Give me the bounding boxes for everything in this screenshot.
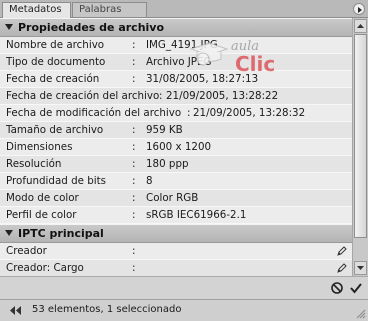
row-tipo-documento[interactable]: Tipo de documento : Archivo JPEG [0,54,352,71]
row-colon: : [159,90,163,102]
row-fecha-creacion[interactable]: Fecha de creación : 31/08/2005, 18:27:13 [0,71,352,88]
row-fecha-modificacion-archivo[interactable]: Fecha de modificación del archivo : 21/0… [0,105,352,122]
section-title: IPTC principal [18,227,104,240]
row-perfil-color[interactable]: Perfil de color : sRGB IEC61966-2.1 [0,207,352,224]
pencil-edit-icon[interactable] [336,262,348,274]
row-colon: : [132,262,136,274]
pencil-edit-icon[interactable] [336,245,348,257]
expand-triangle-icon[interactable] [5,230,13,236]
vertical-scrollbar[interactable] [352,18,368,276]
scroll-down-button[interactable] [354,261,367,275]
action-bar [0,276,368,299]
row-label: Tamaño de archivo [6,124,104,136]
section-title: Propiedades de archivo [18,21,165,34]
row-label: Nombre de archivo [6,39,105,51]
row-colon: : [132,158,136,170]
resize-grip-icon[interactable] [356,309,366,319]
row-colon: : [132,175,136,187]
metadata-list: Propiedades de archivo Nombre de archivo… [0,18,352,276]
row-colon: : [132,141,136,153]
row-value: 31/08/2005, 18:27:13 [146,73,259,85]
status-bar: 53 elementos, 1 seleccionado [0,299,368,321]
row-modo-color[interactable]: Modo de color : Color RGB [0,190,352,207]
scroll-up-button[interactable] [354,19,367,33]
row-label: Dimensiones [6,141,73,153]
tab-bar: Metadatos Palabras clave [0,0,368,29]
arrow-down-icon [357,266,364,270]
row-colon: : [132,73,136,85]
row-label: Tipo de documento [6,56,106,68]
row-value: Color RGB [146,192,199,204]
row-value: 21/09/2005, 13:28:32 [193,107,306,119]
row-value: 959 KB [146,124,183,136]
row-label: Perfil de color [6,209,77,221]
row-value: 180 ppp [146,158,189,170]
checkmark-icon[interactable] [349,281,363,295]
metadata-panel: Metadatos Palabras clave Propiedades de … [0,0,368,321]
row-label: Modo de color [6,192,79,204]
row-fecha-creacion-archivo[interactable]: Fecha de creación del archivo : 21/09/20… [0,88,352,105]
arrow-up-icon [357,24,364,28]
row-label: Fecha de creación [6,73,100,85]
row-value: 21/09/2005, 13:28:22 [166,90,279,102]
row-creador[interactable]: Creador : [0,243,352,260]
row-value: sRGB IEC61966-2.1 [146,209,247,221]
row-resolucion[interactable]: Resolución : 180 ppp [0,156,352,173]
scroll-thumb[interactable] [354,34,367,238]
row-value: IMG_4191.JPG [146,39,218,51]
row-profundidad-bits[interactable]: Profundidad de bits : 8 [0,173,352,190]
row-tamano-archivo[interactable]: Tamaño de archivo : 959 KB [0,122,352,139]
section-rows-iptc: Creador : Creador: Cargo : [0,243,352,276]
row-nombre-archivo[interactable]: Nombre de archivo : IMG_4191.JPG [0,37,352,54]
row-dimensiones[interactable]: Dimensiones : 1600 x 1200 [0,139,352,156]
row-label: Creador [6,245,47,257]
row-label: Creador: Cargo [6,262,84,274]
row-label: Fecha de modificación del archivo [6,107,182,119]
panel-menu-arrow-icon [358,7,362,13]
status-text: 53 elementos, 1 seleccionado [32,304,182,315]
tab-palabras-clave[interactable]: Palabras clave [72,2,147,29]
row-colon: : [132,192,136,204]
row-colon: : [187,107,191,119]
row-label: Resolución [6,158,62,170]
section-rows-propiedades: Nombre de archivo : IMG_4191.JPG Tipo de… [0,37,352,224]
panel-menu-button[interactable] [353,3,365,15]
row-value: 8 [146,175,153,187]
row-label: Fecha de creación del archivo [6,90,160,102]
row-value: 1600 x 1200 [146,141,212,153]
cancel-icon[interactable] [330,281,344,295]
expand-triangle-icon[interactable] [5,24,13,30]
section-header-propiedades[interactable]: Propiedades de archivo [0,18,352,37]
tab-metadatos[interactable]: Metadatos [2,2,71,18]
row-label: Profundidad de bits [6,175,107,187]
row-creador-cargo[interactable]: Creador: Cargo : [0,260,352,276]
row-colon: : [132,39,136,51]
row-colon: : [132,124,136,136]
row-value: Archivo JPEG [146,56,212,68]
row-colon: : [132,56,136,68]
row-colon: : [132,245,136,257]
collapse-panel-icon[interactable] [7,306,25,315]
row-colon: : [132,209,136,221]
section-header-iptc[interactable]: IPTC principal [0,224,352,243]
